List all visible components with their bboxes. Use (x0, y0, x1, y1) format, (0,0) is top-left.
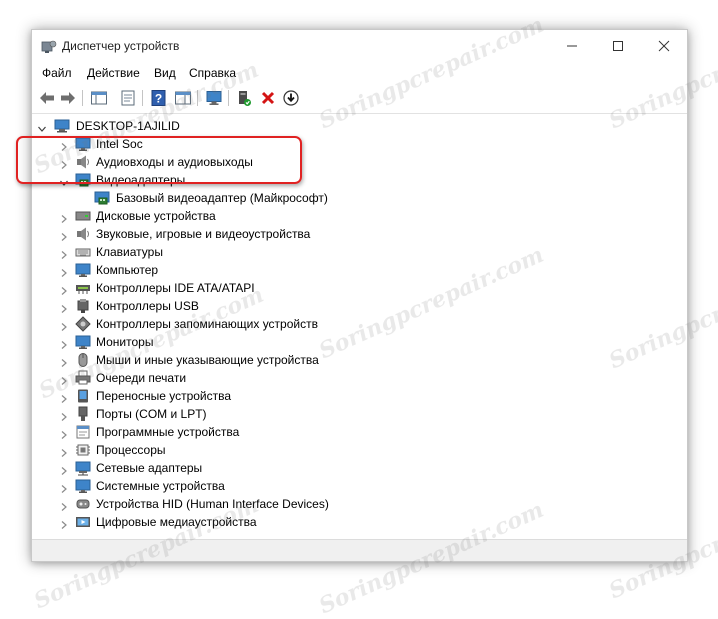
toolbar-separator (142, 90, 143, 106)
scan-hardware-button[interactable] (204, 88, 224, 108)
media-device-icon (75, 514, 91, 535)
tree-item-label: Аудиовходы и аудиовыходы (96, 155, 253, 169)
monitor-scan-icon (206, 91, 222, 105)
tree-item-label: Цифровые медиаустройства (96, 515, 257, 529)
tree-item-label: Дисковые устройства (96, 209, 216, 223)
show-hide-console-tree-button[interactable] (89, 88, 109, 108)
toolbar: ? (32, 84, 687, 114)
tree-item-label: Очереди печати (96, 371, 187, 385)
menu-action[interactable]: Действие (87, 66, 140, 80)
tree-category[interactable]: Компьютер (32, 261, 652, 279)
tree-category[interactable]: Аудиовходы и аудиовыходы (32, 153, 652, 171)
toolbar-separator (197, 90, 198, 106)
tree-item-label: Контроллеры IDE ATA/ATAPI (96, 281, 255, 295)
tree-item-label: Компьютер (96, 263, 159, 277)
close-icon (658, 40, 670, 52)
properties-pane-icon (91, 91, 107, 105)
menu-bar: Файл Действие Вид Справка (32, 62, 687, 83)
tree-item-label: Контроллеры USB (96, 299, 199, 313)
tree-item-label: Программные устройства (96, 425, 240, 439)
tree-item-label: DESKTOP-1AJILID (76, 119, 180, 133)
properties-icon (121, 90, 135, 106)
tree-item-label: Порты (COM и LPT) (96, 407, 207, 421)
tree-item-label: Клавиатуры (96, 245, 163, 259)
expand-arrow-icon[interactable] (59, 517, 69, 535)
tree-item-label: Видеоадаптеры (96, 173, 186, 187)
tree-category[interactable]: Порты (COM и LPT) (32, 405, 652, 423)
tree-category[interactable]: Контроллеры запоминающих устройств (32, 315, 652, 333)
details-pane-icon (175, 91, 191, 105)
update-driver-button[interactable] (281, 88, 301, 108)
maximize-icon (613, 41, 623, 51)
forward-button[interactable] (58, 88, 78, 108)
maximize-button[interactable] (595, 30, 641, 62)
help-icon: ? (151, 90, 166, 106)
tree-category[interactable]: Переносные устройства (32, 387, 652, 405)
close-button[interactable] (641, 30, 687, 62)
tree-root[interactable]: DESKTOP-1AJILID (32, 117, 652, 135)
menu-help[interactable]: Справка (189, 66, 236, 80)
uninstall-device-button[interactable] (258, 88, 278, 108)
tree-category[interactable]: Процессоры (32, 441, 652, 459)
menu-file[interactable]: Файл (42, 66, 72, 80)
tree-category[interactable]: Видеоадаптеры (32, 171, 652, 189)
tree-item-label: Переносные устройства (96, 389, 232, 403)
svg-text:?: ? (155, 92, 162, 106)
properties-button[interactable] (118, 88, 138, 108)
tree-category[interactable]: Программные устройства (32, 423, 652, 441)
tree-item-label: Устройства HID (Human Interface Devices) (96, 497, 329, 511)
tree-item-label: Звуковые, игровые и видеоустройства (96, 227, 311, 241)
update-driver-icon (283, 90, 299, 106)
back-button[interactable] (37, 88, 57, 108)
tree-item-label: Контроллеры запоминающих устройств (96, 317, 318, 331)
tree-category[interactable]: Очереди печати (32, 369, 652, 387)
tree-item-label: Intel Soc (96, 137, 143, 151)
back-arrow-icon (40, 92, 54, 104)
tree-category[interactable]: Сетевые адаптеры (32, 459, 652, 477)
tree-category[interactable]: Контроллеры IDE ATA/ATAPI (32, 279, 652, 297)
status-bar (32, 539, 687, 561)
tree-item-label: Системные устройства (96, 479, 225, 493)
device-manager-window: Диспетчер устройств Файл Действие Вид Сп… (31, 29, 688, 562)
minimize-icon (567, 45, 577, 47)
enable-device-icon (239, 91, 251, 106)
toolbar-separator (228, 90, 229, 106)
tree-category[interactable]: Мыши и иные указывающие устройства (32, 351, 652, 369)
tree-category[interactable]: Клавиатуры (32, 243, 652, 261)
tree-category[interactable]: Устройства HID (Human Interface Devices) (32, 495, 652, 513)
tree-category[interactable]: Intel Soc (32, 135, 652, 153)
tree-category[interactable]: Звуковые, игровые и видеоустройства (32, 225, 652, 243)
tree-item-label: Мониторы (96, 335, 154, 349)
enable-device-button[interactable] (234, 88, 254, 108)
tree-device[interactable]: Базовый видеоадаптер (Майкрософт) (32, 189, 652, 207)
window-title: Диспетчер устройств (62, 39, 180, 53)
uninstall-icon (261, 91, 275, 105)
action-pane-button[interactable] (173, 88, 193, 108)
toolbar-separator (82, 90, 83, 106)
title-bar[interactable]: Диспетчер устройств (32, 30, 687, 62)
device-manager-app-icon (41, 40, 57, 57)
tree-category[interactable]: Цифровые медиаустройства (32, 513, 652, 531)
tree-category[interactable]: Системные устройства (32, 477, 652, 495)
device-tree[interactable]: DESKTOP-1AJILID Intel Soc Аудиовходы и ауд… (32, 114, 687, 538)
tree-category[interactable]: Мониторы (32, 333, 652, 351)
tree-item-label: Процессоры (96, 443, 166, 457)
help-button[interactable]: ? (149, 88, 169, 108)
tree-category[interactable]: Контроллеры USB (32, 297, 652, 315)
forward-arrow-icon (61, 92, 75, 104)
tree-item-label: Базовый видеоадаптер (Майкрософт) (116, 191, 328, 205)
tree-item-label: Мыши и иные указывающие устройства (96, 353, 319, 367)
minimize-button[interactable] (549, 30, 595, 62)
tree-item-label: Сетевые адаптеры (96, 461, 203, 475)
tree-category[interactable]: Дисковые устройства (32, 207, 652, 225)
menu-view[interactable]: Вид (154, 66, 176, 80)
